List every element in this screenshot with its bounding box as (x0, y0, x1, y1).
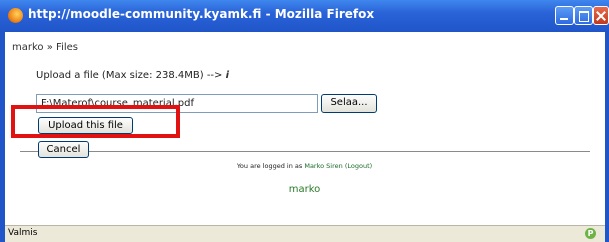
p-icon[interactable]: P (585, 228, 596, 239)
logout-link[interactable]: (Logout) (345, 162, 372, 170)
upload-label-text: Upload a file (Max size: 238.4MB) --> (36, 70, 223, 81)
close-icon[interactable] (593, 6, 609, 25)
breadcrumb-home[interactable]: marko (12, 42, 44, 53)
minimize-icon[interactable] (555, 6, 574, 25)
status-bar: Valmis P (5, 225, 605, 242)
breadcrumb: marko » Files (12, 42, 78, 53)
status-text: Valmis (8, 228, 38, 238)
breadcrumb-separator: » (46, 42, 53, 53)
divider (20, 151, 590, 152)
user-profile-link[interactable]: Marko Siren (304, 162, 342, 170)
login-prefix: You are logged in as (236, 162, 303, 170)
breadcrumb-current: Files (56, 42, 78, 53)
firefox-icon (8, 8, 23, 23)
window-frame-left (0, 32, 5, 242)
help-icon[interactable]: i (226, 70, 229, 81)
window-title: http://moodle-community.kyamk.fi - Mozil… (28, 7, 375, 21)
upload-label: Upload a file (Max size: 238.4MB) --> i (36, 70, 229, 81)
cancel-button[interactable]: Cancel (38, 141, 89, 158)
browse-button[interactable]: Selaa... (321, 94, 377, 113)
footer-user-link[interactable]: marko (0, 184, 609, 195)
window-frame-right (605, 32, 609, 242)
window-titlebar: http://moodle-community.kyamk.fi - Mozil… (0, 0, 609, 32)
maximize-icon[interactable] (574, 6, 593, 25)
highlight-box (11, 105, 180, 138)
login-info: You are logged in as Marko Siren (Logout… (0, 162, 609, 170)
